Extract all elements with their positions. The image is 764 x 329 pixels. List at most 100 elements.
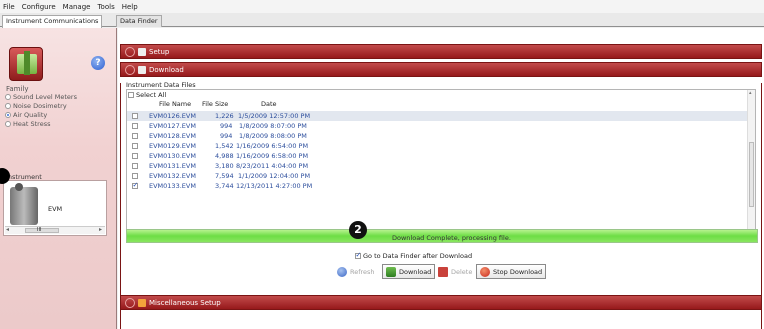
checkbox-icon[interactable] <box>132 143 138 149</box>
file-row[interactable]: EVM0130.EVM 4,988 1/16/2009 6:58:00 PM <box>127 151 747 161</box>
checkbox-icon[interactable] <box>132 123 138 129</box>
file-row[interactable]: EVM0129.EVM 1,542 1/16/2009 6:54:00 PM <box>127 141 747 151</box>
file-row[interactable]: EVM0127.EVM 994 1/8/2009 8:07:00 PM <box>127 121 747 131</box>
family-option-label: Noise Dosimetry <box>13 102 67 110</box>
stop-label: Stop Download <box>493 267 543 276</box>
scroll-grip: III <box>37 227 42 233</box>
menu-manage[interactable]: Manage <box>63 3 91 11</box>
col-date[interactable]: Date <box>261 100 277 108</box>
checkbox-icon <box>128 92 134 98</box>
file-name: EVM0128.EVM <box>149 132 196 140</box>
checkbox-icon[interactable] <box>132 153 138 159</box>
menu-tools[interactable]: Tools <box>97 3 114 11</box>
file-name: EVM0133.EVM <box>149 182 196 190</box>
refresh-button[interactable]: Refresh <box>333 264 379 279</box>
download-label: Download <box>399 267 432 276</box>
file-size: 1,542 <box>215 142 234 150</box>
family-option-label: Sound Level Meters <box>13 93 77 101</box>
checkbox-checked-icon[interactable] <box>355 251 361 259</box>
scroll-up-icon[interactable]: ▴ <box>749 90 752 96</box>
delete-icon <box>438 266 448 277</box>
wrench-icon <box>138 298 146 307</box>
help-icon[interactable]: ? <box>91 56 105 70</box>
download-status: Download Complete, processing file. <box>392 234 511 242</box>
download-button[interactable]: Download <box>382 264 436 279</box>
file-list: Select All File Name File Size Date EVM0… <box>126 89 756 243</box>
file-size: 994 <box>220 132 233 140</box>
misc-setup-section-header[interactable]: Miscellaneous Setup <box>120 295 762 310</box>
menu-file[interactable]: File <box>3 3 15 11</box>
misc-title: Miscellaneous Setup <box>149 298 221 307</box>
goto-label: Go to Data Finder after Download <box>363 252 473 260</box>
scroll-left-icon[interactable]: ◂ <box>6 226 9 233</box>
file-list-vscrollbar[interactable]: ▴ ▾ <box>747 90 755 242</box>
family-option-label: Air Quality <box>13 111 48 119</box>
file-date: 1/8/2009 8:08:00 PM <box>239 132 307 140</box>
delete-label: Delete <box>451 267 473 276</box>
file-name: EVM0131.EVM <box>149 162 196 170</box>
instrument-hscrollbar[interactable]: ◂ III ▸ <box>5 226 105 234</box>
file-size: 994 <box>220 122 233 130</box>
setup-title: Setup <box>149 47 170 56</box>
checkbox-icon[interactable] <box>132 173 138 179</box>
radio-icon <box>5 103 11 109</box>
file-size: 7,594 <box>215 172 234 180</box>
download-progress-bar: Download Complete, processing file. <box>126 229 758 243</box>
callout-number: 2 <box>349 221 367 239</box>
instrument-list[interactable]: EVM ◂ III ▸ <box>3 180 107 236</box>
select-all[interactable]: Select All <box>128 91 166 99</box>
collapse-icon <box>125 64 135 75</box>
file-row[interactable]: EVM0133.EVM 3,744 12/13/2011 4:27:00 PM <box>127 181 747 191</box>
instrument-name[interactable]: EVM <box>48 205 62 213</box>
checkbox-icon[interactable] <box>132 163 138 169</box>
col-file-name[interactable]: File Name <box>159 100 191 108</box>
file-name: EVM0130.EVM <box>149 152 196 160</box>
file-date: 1/16/2009 6:58:00 PM <box>236 152 309 160</box>
file-name: EVM0132.EVM <box>149 172 196 180</box>
file-row[interactable]: EVM0131.EVM 3,180 8/23/2011 4:04:00 PM <box>127 161 747 171</box>
family-heat-stress[interactable]: Heat Stress <box>5 120 50 128</box>
tab-data-finder[interactable]: Data Finder <box>116 15 162 27</box>
family-sound-level-meters[interactable]: Sound Level Meters <box>5 93 77 101</box>
file-name: EVM0126.EVM <box>149 112 196 120</box>
family-noise-dosimetry[interactable]: Noise Dosimetry <box>5 102 67 110</box>
file-size: 4,988 <box>215 152 234 160</box>
file-size: 3,180 <box>215 162 234 170</box>
evm-device-icon[interactable] <box>10 183 38 225</box>
download-section-icon <box>138 65 146 74</box>
menu-help[interactable]: Help <box>122 3 138 11</box>
main-panel: Setup Download Instrument Data Files Sel… <box>118 28 764 329</box>
tab-instrument-communications[interactable]: Instrument Communications <box>2 15 103 28</box>
family-label: Family <box>6 85 29 93</box>
file-row[interactable]: EVM0132.EVM 7,594 1/1/2009 12:04:00 PM <box>127 171 747 181</box>
stop-download-button[interactable]: Stop Download <box>476 264 547 279</box>
file-row[interactable]: EVM0128.EVM 994 1/8/2009 8:08:00 PM <box>127 131 747 141</box>
scroll-thumb[interactable] <box>749 142 754 207</box>
file-date: 1/8/2009 8:07:00 PM <box>239 122 307 130</box>
file-size: 3,744 <box>215 182 234 190</box>
download-panel: Instrument Data Files Select All File Na… <box>120 81 762 329</box>
file-date: 1/16/2009 6:54:00 PM <box>236 142 309 150</box>
checkbox-checked-icon[interactable] <box>132 181 138 189</box>
select-all-label: Select All <box>136 91 167 99</box>
family-air-quality[interactable]: Air Quality <box>5 111 47 119</box>
scroll-thumb[interactable]: III <box>25 227 59 233</box>
menu-bar: File Configure Manage Tools Help <box>0 0 764 13</box>
radio-selected-icon <box>5 112 11 118</box>
checkbox-icon[interactable] <box>132 113 138 119</box>
file-date: 1/1/2009 12:04:00 PM <box>238 172 311 180</box>
checkbox-icon[interactable] <box>132 133 138 139</box>
scroll-right-icon[interactable]: ▸ <box>99 226 102 233</box>
delete-button[interactable]: Delete <box>434 264 476 279</box>
family-option-label: Heat Stress <box>13 120 51 128</box>
menu-configure[interactable]: Configure <box>22 3 56 11</box>
setup-section-header[interactable]: Setup <box>120 44 762 59</box>
sidebar: ? Family Sound Level Meters Noise Dosime… <box>0 28 117 329</box>
file-row[interactable]: EVM0126.EVM 1,226 1/5/2009 12:57:00 PM <box>127 111 747 121</box>
file-name: EVM0127.EVM <box>149 122 196 130</box>
col-file-size[interactable]: File Size <box>202 100 228 108</box>
download-section-header[interactable]: Download <box>120 62 762 77</box>
radio-icon <box>5 94 11 100</box>
refresh-label: Refresh <box>350 267 375 276</box>
goto-data-finder-option[interactable]: Go to Data Finder after Download <box>355 251 473 260</box>
